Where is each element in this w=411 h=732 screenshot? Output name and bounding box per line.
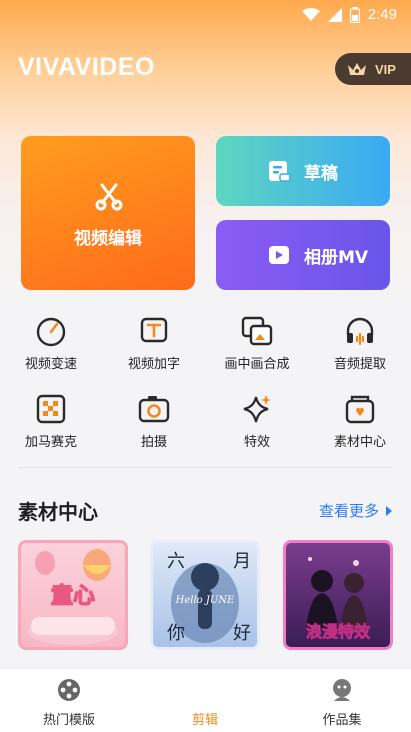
tool-camera[interactable]: 拍摄 bbox=[104, 391, 204, 450]
chevron-right-icon bbox=[386, 505, 392, 516]
album-mv-card[interactable]: 相册MV bbox=[216, 220, 390, 290]
tool-speed-label: 视频变速 bbox=[24, 357, 77, 372]
album-mv-icon bbox=[269, 246, 289, 264]
mosaic-icon bbox=[36, 394, 66, 424]
bottom-nav: 热门模版 剪辑 作品集 bbox=[0, 668, 411, 732]
june-char-3: 你 bbox=[167, 623, 185, 644]
material-thumb-romantic-effect[interactable]: 浪漫特效 bbox=[283, 540, 393, 650]
material-thumb-hello-june[interactable]: 六 月 你 好 Hello JUNE bbox=[150, 540, 260, 650]
tool-camera-label: 拍摄 bbox=[140, 435, 167, 450]
tool-speed[interactable]: 视频变速 bbox=[1, 313, 101, 372]
nav-hot-templates[interactable]: 热门模版 bbox=[9, 677, 129, 728]
text-icon bbox=[140, 317, 168, 343]
tool-material-center[interactable]: 素材中心 bbox=[310, 391, 410, 450]
status-bar: 2:49 bbox=[0, 0, 411, 30]
album-mv-label: 相册MV bbox=[304, 247, 369, 268]
edit-icon bbox=[145, 677, 265, 703]
vip-label: VIP bbox=[375, 61, 396, 77]
portfolio-icon bbox=[333, 679, 351, 701]
headphones-icon bbox=[346, 317, 374, 346]
app-logo-text: VIVAVIDEO bbox=[18, 53, 155, 81]
video-edit-card[interactable]: 视频编辑 bbox=[21, 136, 195, 290]
nav-portfolio-label: 作品集 bbox=[322, 713, 362, 728]
vip-button[interactable]: VIP bbox=[335, 53, 411, 85]
romantic-title: 浪漫特效 bbox=[306, 622, 370, 641]
draft-icon bbox=[269, 161, 291, 182]
tool-add-text[interactable]: 视频加字 bbox=[104, 313, 204, 372]
tool-add-text-label: 视频加字 bbox=[127, 357, 180, 372]
tool-pip-label: 画中画合成 bbox=[224, 357, 290, 372]
nav-portfolio[interactable]: 作品集 bbox=[282, 677, 402, 728]
sparkle-icon bbox=[243, 395, 271, 423]
draft-label: 草稿 bbox=[304, 163, 338, 184]
tool-effects[interactable]: 特效 bbox=[207, 391, 307, 450]
status-icons: 2:49 bbox=[301, 6, 397, 23]
nav-hot-templates-label: 热门模版 bbox=[42, 713, 95, 728]
materials-title: 素材中心 bbox=[18, 500, 98, 524]
tool-effects-label: 特效 bbox=[243, 435, 270, 450]
speedometer-icon bbox=[36, 317, 66, 347]
tool-mosaic[interactable]: 加马赛克 bbox=[1, 391, 101, 450]
wifi-icon bbox=[301, 7, 320, 21]
video-edit-label: 视频编辑 bbox=[74, 229, 142, 249]
film-reel-icon bbox=[58, 679, 80, 701]
romantic-artwork: 浪漫特效 bbox=[306, 557, 370, 641]
status-time: 2:49 bbox=[367, 6, 397, 23]
battery-icon bbox=[349, 6, 360, 23]
tool-material-center-label: 素材中心 bbox=[333, 435, 386, 450]
tool-pip[interactable]: 画中画合成 bbox=[207, 313, 307, 372]
nav-edit-label: 剪辑 bbox=[191, 713, 218, 728]
nav-edit[interactable]: 剪辑 bbox=[145, 677, 265, 728]
june-char-4: 好 bbox=[233, 623, 251, 644]
picture-in-picture-icon bbox=[241, 316, 273, 346]
crown-icon bbox=[348, 63, 366, 75]
tool-audio-extract[interactable]: 音频提取 bbox=[310, 313, 410, 372]
june-char-2: 月 bbox=[233, 551, 251, 572]
june-char-1: 六 bbox=[167, 551, 185, 572]
material-box-icon bbox=[345, 395, 375, 424]
see-more-label: 查看更多 bbox=[318, 502, 379, 520]
tool-mosaic-label: 加马赛克 bbox=[24, 435, 77, 450]
material-thumb-childhood[interactable]: 童心 bbox=[18, 540, 128, 650]
tool-audio-extract-label: 音频提取 bbox=[333, 357, 386, 372]
hello-june-artwork: 六 月 你 好 Hello JUNE bbox=[167, 551, 251, 644]
scissors-icon bbox=[95, 183, 123, 211]
hello-june-subtext: Hello JUNE bbox=[175, 595, 235, 606]
see-more-link[interactable]: 查看更多 bbox=[319, 500, 393, 521]
signal-icon bbox=[327, 7, 342, 22]
childhood-artwork: 童心 bbox=[27, 549, 119, 645]
section-divider bbox=[18, 467, 393, 468]
camera-icon bbox=[138, 396, 170, 423]
draft-card[interactable]: 草稿 bbox=[216, 136, 390, 206]
childhood-title: 童心 bbox=[51, 583, 95, 609]
